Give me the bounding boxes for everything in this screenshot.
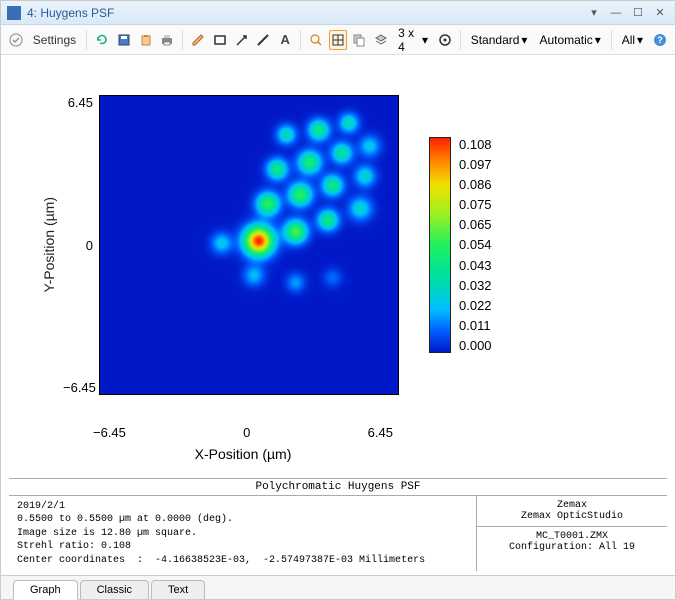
tab-graph[interactable]: Graph bbox=[13, 580, 78, 600]
y-tick: 6.45 bbox=[63, 95, 93, 110]
print-icon[interactable] bbox=[158, 30, 176, 50]
y-tick: 0 bbox=[63, 238, 93, 253]
maximize-button[interactable]: ☐ bbox=[629, 5, 647, 21]
colorbar-tick: 0.022 bbox=[459, 298, 492, 313]
config-info: Configuration: All 19 bbox=[509, 542, 635, 553]
standard-label: Standard bbox=[471, 33, 520, 47]
plot-area: Y-Position (µm) 6.45 0 −6.45 0.1080.0970… bbox=[1, 55, 675, 478]
app-icon bbox=[7, 6, 21, 20]
x-axis-ticks: −6.45 0 6.45 bbox=[93, 425, 393, 440]
settings-button[interactable]: Settings bbox=[29, 33, 80, 47]
chevron-down-icon: ▾ bbox=[422, 33, 428, 47]
app-window: 4: Huygens PSF ▾ — ☐ ✕ Settings A 3 x 4▾… bbox=[0, 0, 676, 600]
clipboard-icon[interactable] bbox=[137, 30, 155, 50]
colorbar-tick: 0.108 bbox=[459, 137, 492, 152]
separator bbox=[182, 30, 183, 50]
target-icon[interactable] bbox=[436, 30, 454, 50]
separator bbox=[300, 30, 301, 50]
colorbar-tick: 0.075 bbox=[459, 197, 492, 212]
view-tabs: Graph Classic Text bbox=[1, 575, 675, 599]
automatic-dropdown[interactable]: Automatic▾ bbox=[535, 33, 604, 47]
tab-text[interactable]: Text bbox=[151, 580, 205, 599]
software-name: Zemax bbox=[557, 500, 587, 511]
software-product: Zemax OpticStudio bbox=[521, 511, 623, 522]
arrow-icon[interactable] bbox=[233, 30, 251, 50]
layers-icon[interactable] bbox=[372, 30, 390, 50]
colorbar-ticks: 0.108 0.097 0.086 0.075 0.065 0.054 0.043 0.032… bbox=[459, 137, 492, 353]
colorbar bbox=[429, 137, 451, 353]
y-tick: −6.45 bbox=[63, 380, 93, 395]
info-title: Polychromatic Huygens PSF bbox=[9, 479, 667, 496]
titlebar: 4: Huygens PSF ▾ — ☐ ✕ bbox=[1, 1, 675, 25]
separator bbox=[86, 30, 87, 50]
grid-dimensions[interactable]: 3 x 4▾ bbox=[394, 26, 432, 54]
rectangle-icon[interactable] bbox=[211, 30, 229, 50]
chevron-down-icon: ▾ bbox=[521, 33, 527, 47]
window-title: 4: Huygens PSF bbox=[27, 6, 581, 20]
tab-classic[interactable]: Classic bbox=[80, 580, 149, 599]
text-icon[interactable]: A bbox=[276, 30, 294, 50]
save-icon[interactable] bbox=[115, 30, 133, 50]
x-tick: 0 bbox=[243, 425, 250, 440]
separator bbox=[460, 30, 461, 50]
copy-icon[interactable] bbox=[351, 30, 369, 50]
refresh-icon[interactable] bbox=[93, 30, 111, 50]
standard-dropdown[interactable]: Standard▾ bbox=[467, 33, 532, 47]
pencil-icon[interactable] bbox=[189, 30, 207, 50]
colorbar-tick: 0.065 bbox=[459, 217, 492, 232]
colorbar-tick: 0.097 bbox=[459, 157, 492, 172]
separator bbox=[611, 30, 612, 50]
colorbar-tick: 0.032 bbox=[459, 278, 492, 293]
software-info: Zemax Zemax OpticStudio bbox=[477, 496, 667, 527]
colorbar-tick: 0.043 bbox=[459, 258, 492, 273]
svg-text:?: ? bbox=[657, 35, 663, 45]
colorbar-tick: 0.011 bbox=[459, 318, 492, 333]
x-tick: −6.45 bbox=[93, 425, 126, 440]
colorbar-tick: 0.086 bbox=[459, 177, 492, 192]
grid-label: 3 x 4 bbox=[398, 26, 420, 54]
toolbar: Settings A 3 x 4▾ Standard▾ Automatic▾ A… bbox=[1, 25, 675, 55]
dropdown-icon[interactable]: ▾ bbox=[585, 5, 603, 21]
x-tick: 6.45 bbox=[368, 425, 393, 440]
minimize-button[interactable]: — bbox=[607, 5, 625, 21]
info-text: 2019/2/1 0.5500 to 0.5500 µm at 0.0000 (… bbox=[9, 496, 477, 572]
file-name: MC_T0001.ZMX bbox=[536, 531, 608, 542]
colorbar-tick: 0.054 bbox=[459, 237, 492, 252]
info-panel: Polychromatic Huygens PSF 2019/2/1 0.550… bbox=[9, 478, 667, 572]
line-icon[interactable] bbox=[254, 30, 272, 50]
file-info: MC_T0001.ZMX Configuration: All 19 bbox=[477, 527, 667, 557]
chevron-down-icon: ▾ bbox=[595, 33, 601, 47]
y-axis-ticks: 6.45 0 −6.45 bbox=[63, 95, 99, 395]
colorbar-wrap: 0.108 0.097 0.086 0.075 0.065 0.054 0.043 0.032… bbox=[429, 95, 492, 395]
close-button[interactable]: ✕ bbox=[651, 5, 669, 21]
all-dropdown[interactable]: All▾ bbox=[618, 33, 647, 47]
all-label: All bbox=[622, 33, 635, 47]
chevron-down-icon: ▾ bbox=[637, 33, 643, 47]
check-icon[interactable] bbox=[7, 30, 25, 50]
zoom-icon[interactable] bbox=[307, 30, 325, 50]
automatic-label: Automatic bbox=[539, 33, 592, 47]
help-icon[interactable]: ? bbox=[651, 30, 669, 50]
heatmap[interactable] bbox=[99, 95, 399, 395]
fit-icon[interactable] bbox=[329, 30, 347, 50]
y-axis-label: Y-Position (µm) bbox=[41, 197, 57, 292]
colorbar-tick: 0.000 bbox=[459, 338, 492, 353]
x-axis-label: X-Position (µm) bbox=[93, 446, 393, 462]
